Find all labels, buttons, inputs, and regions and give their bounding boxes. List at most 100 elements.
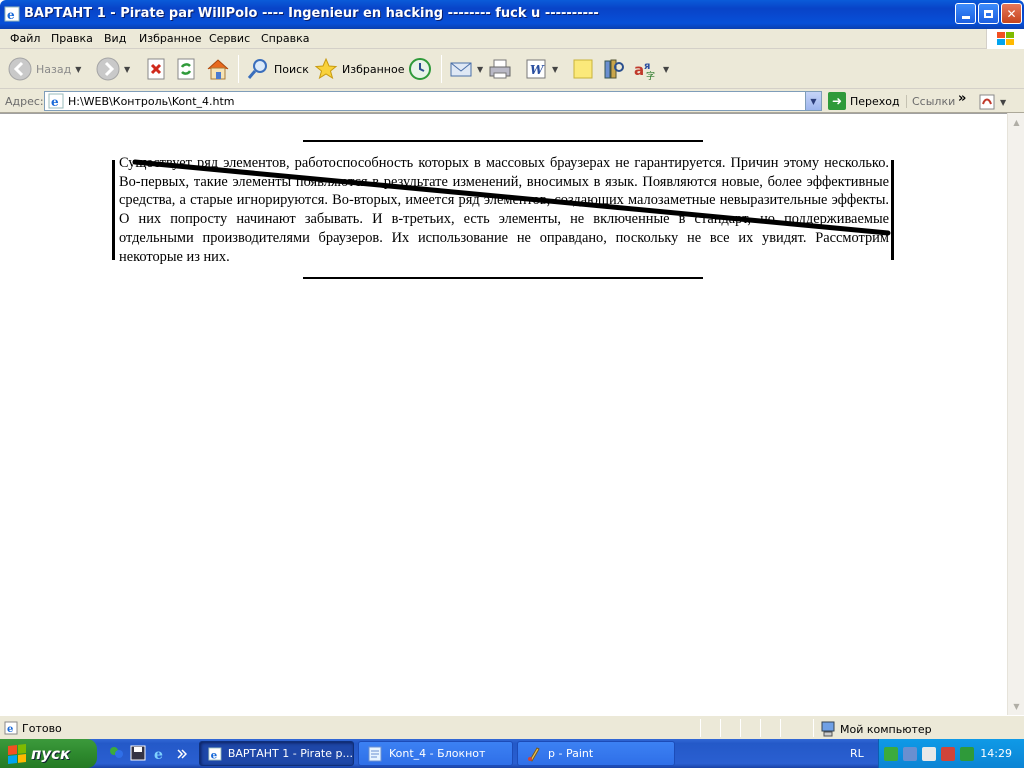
minimize-icon [961,16,970,19]
clock[interactable]: 14:29 [980,747,1012,760]
title-bar[interactable]: e ВАРТАНТ 1 - Pirate par WillPolo ---- I… [0,0,1024,29]
address-value[interactable]: H:\WEB\Контроль\Kont_4.htm [68,95,805,108]
search-icon [247,59,267,79]
start-label: пуск [31,744,71,763]
taskbar-item-paint[interactable]: p - Paint [517,741,675,766]
go-button[interactable]: ➜ Переход [828,92,900,110]
status-separator [760,719,761,737]
status-separator [720,719,721,737]
research-button[interactable] [602,53,626,85]
forward-dropdown-icon[interactable]: ▼ [124,65,130,74]
translate-button[interactable]: aя字 ▼ [633,53,669,85]
status-text: Готово [22,721,62,735]
system-tray: 14:29 [878,739,1024,768]
svg-text:e: e [154,747,163,761]
quicklaunch-messenger-icon[interactable] [108,745,124,761]
mail-button[interactable]: ▼ [449,53,483,85]
back-button[interactable]: Назад ▼ [8,53,81,85]
search-label: Поиск [274,62,309,76]
history-button[interactable] [408,53,432,85]
minimize-button[interactable] [955,3,976,24]
close-button[interactable]: ✕ [1001,3,1022,24]
discuss-button[interactable] [571,53,595,85]
status-separator [813,719,814,737]
right-border-bar [891,160,894,260]
menu-view[interactable]: Вид [104,31,126,46]
refresh-icon [177,58,195,80]
restore-button[interactable] [978,3,999,24]
back-dropdown-icon[interactable]: ▼ [75,65,81,74]
address-input[interactable]: e H:\WEB\Контроль\Kont_4.htm ▼ [44,91,822,111]
home-icon [207,59,229,80]
standard-toolbar: Назад ▼ ▼ Поиск Избранное ▼ W ▼ a я 字 ▼ [0,49,1024,89]
taskbar-item-notepad[interactable]: Kont_4 - Блокнот [358,741,513,766]
favorites-label: Избранное [342,62,405,76]
stop-button[interactable] [146,53,166,85]
windows-logo-icon [986,29,1024,49]
tray-network-icon[interactable] [884,746,898,761]
close-icon: ✕ [1006,6,1017,21]
window-title: ВАРТАНТ 1 - Pirate par WillPolo ---- Ing… [24,6,599,21]
books-icon [604,59,624,79]
ie-task-icon: e [208,747,222,761]
start-button[interactable]: пуск [0,739,97,768]
favorites-button[interactable]: Избранное [314,53,404,85]
scroll-down-icon[interactable]: ▼ [1009,698,1024,714]
word-icon: W [526,59,546,79]
refresh-button[interactable] [176,53,196,85]
pdf-icon [979,94,995,110]
menu-file[interactable]: Файл [10,31,40,46]
menu-favorites[interactable]: Избранное [139,31,201,46]
menu-bar: Файл Правка Вид Избранное Сервис Справка [0,29,1024,49]
task-label: ВАРТАНТ 1 - Pirate p... [227,747,353,760]
mail-dropdown-icon[interactable]: ▼ [477,65,483,74]
my-computer-icon [821,721,835,737]
home-button[interactable] [206,53,230,85]
note-icon [573,59,593,79]
quicklaunch-chevron-icon[interactable] [177,749,187,759]
top-rule [303,140,703,142]
stop-icon [147,58,165,80]
menu-help[interactable]: Справка [261,31,309,46]
quicklaunch-ie-icon[interactable]: e [152,745,168,761]
taskbar: пуск e e ВАРТАНТ 1 - Pirate p... Kont_4 … [0,739,1024,768]
security-zone: Мой компьютер [840,722,932,736]
menu-edit[interactable]: Правка [51,31,93,46]
vertical-scrollbar[interactable]: ▲ ▼ [1007,113,1024,715]
address-dropdown-icon[interactable]: ▼ [805,92,821,110]
translate-dropdown-icon[interactable]: ▼ [663,65,669,74]
extra-dropdown-icon[interactable]: ▼ [1000,98,1006,107]
print-button[interactable] [488,53,512,85]
svg-text:e: e [7,8,15,22]
taskbar-item-ie[interactable]: e ВАРТАНТ 1 - Pirate p... [199,741,354,766]
translate-icon: a я字 [634,61,655,81]
svg-text:e: e [7,724,13,735]
search-button[interactable]: Поиск [246,53,309,85]
back-arrow-icon [8,57,32,81]
svg-text:W: W [530,63,545,77]
language-indicator[interactable]: RL [850,747,864,760]
svg-text:字: 字 [646,70,655,81]
menu-tools[interactable]: Сервис [209,31,250,46]
forward-button[interactable]: ▼ [96,53,130,85]
printer-icon [489,59,511,79]
paint-icon [528,746,540,762]
star-icon [314,57,338,80]
tray-app-icon[interactable] [960,746,974,761]
notepad-icon [368,746,382,761]
tray-display-icon[interactable] [903,746,917,761]
windows-flag-icon [8,743,26,764]
bottom-rule [303,277,703,279]
toolbar-extra-button[interactable]: ▼ [978,93,1006,111]
edit-dropdown-icon[interactable]: ▼ [552,65,558,74]
links-toolbar[interactable]: Ссылки [906,95,955,108]
chevron-icon[interactable]: » [958,91,966,106]
tray-sound-icon[interactable] [922,746,936,761]
quicklaunch-save-icon[interactable] [130,745,146,761]
svg-text:a: a [634,61,644,79]
go-arrow-icon: ➜ [828,92,846,110]
mail-icon [450,62,472,77]
scroll-up-icon[interactable]: ▲ [1009,114,1024,130]
edit-word-button[interactable]: W ▼ [524,53,558,85]
tray-users-icon[interactable] [941,746,955,761]
